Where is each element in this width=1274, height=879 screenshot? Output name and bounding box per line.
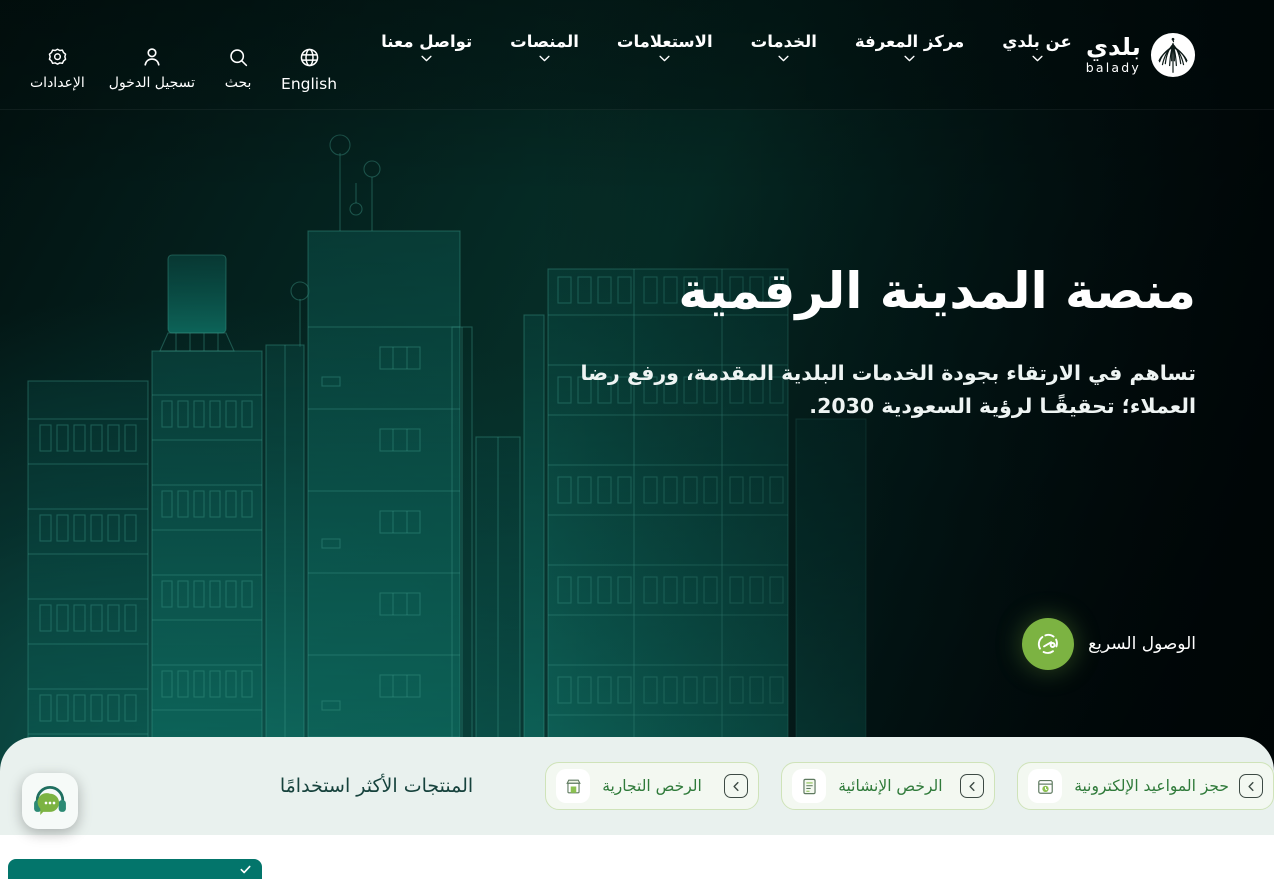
palm-emblem-icon bbox=[1150, 32, 1196, 78]
brand-logo[interactable]: بلدي balady bbox=[1086, 32, 1196, 78]
chevron-down-icon bbox=[1031, 55, 1043, 62]
main-navbar: بلدي balady عن بلدي مركز المعرفة الخدمات bbox=[0, 0, 1274, 110]
language-label: English bbox=[281, 75, 338, 93]
check-icon bbox=[240, 865, 251, 873]
most-used-title: المنتجات الأكثر استخدامًا bbox=[279, 775, 474, 797]
commercial-license-icon bbox=[556, 769, 591, 803]
brand-name-ar: بلدي bbox=[1086, 33, 1141, 62]
settings-label: الإعدادات bbox=[30, 75, 85, 91]
nav-item-platforms[interactable]: المنصات bbox=[506, 30, 583, 64]
login-button[interactable]: تسجيل الدخول bbox=[109, 45, 195, 91]
hero-content: منصة المدينة الرقمية تساهم في الارتقاء ب… bbox=[556, 262, 1197, 423]
nav-label: تواصل معنا bbox=[381, 32, 473, 51]
chevron-left-icon[interactable] bbox=[724, 774, 749, 798]
product-chip-construction-licenses[interactable]: الرخص الإنشائية bbox=[781, 762, 996, 810]
chip-label: حجز المواعيد الإلكترونية bbox=[1074, 777, 1229, 795]
hero-subtitle: تساهم في الارتقاء بجودة الخدمات البلدية … bbox=[580, 361, 1197, 419]
login-label: تسجيل الدخول bbox=[108, 75, 196, 91]
nav-item-knowledge-center[interactable]: مركز المعرفة bbox=[851, 30, 968, 64]
nav-label: مركز المعرفة bbox=[854, 32, 965, 51]
gear-icon bbox=[47, 45, 68, 69]
chip-content: الرخص التجارية bbox=[556, 769, 702, 803]
nav-item-services[interactable]: الخدمات bbox=[747, 30, 821, 64]
product-chip-commercial-licenses[interactable]: الرخص التجارية bbox=[545, 762, 760, 810]
chip-content: الرخص الإنشائية bbox=[792, 769, 943, 803]
user-icon bbox=[141, 45, 163, 69]
chevron-left-icon[interactable] bbox=[1239, 774, 1263, 798]
nav-tools: English بحث تسجيل الدخول الإعدادات bbox=[24, 17, 337, 93]
chip-content: حجز المواعيد الإلكترونية bbox=[1028, 769, 1229, 803]
quick-access-label: الوصول السريع bbox=[1088, 634, 1196, 654]
nav-label: الخدمات bbox=[750, 32, 817, 51]
quick-access-circle[interactable] bbox=[1022, 618, 1075, 670]
nav-label: عن بلدي bbox=[1002, 32, 1072, 51]
chevron-down-icon bbox=[904, 55, 915, 62]
nav-label: الاستعلامات bbox=[616, 32, 713, 51]
speedometer-icon bbox=[1038, 633, 1058, 654]
brand-wordmark: بلدي balady bbox=[1086, 35, 1141, 75]
quick-access-button[interactable]: الوصول السريع bbox=[1022, 618, 1196, 670]
chevron-left-icon[interactable] bbox=[960, 774, 985, 798]
nav-item-contact-us[interactable]: تواصل معنا bbox=[377, 30, 476, 64]
product-chip-list: حجز المواعيد الإلكترونية الرخص الإنشائية… bbox=[545, 762, 1274, 810]
chevron-down-icon bbox=[539, 55, 550, 62]
search-button[interactable]: بحث bbox=[219, 45, 257, 91]
search-label: بحث bbox=[224, 75, 252, 91]
chip-label: الرخص التجارية bbox=[602, 777, 702, 795]
nav-links: عن بلدي مركز المعرفة الخدمات الاستعلامات bbox=[377, 0, 1076, 110]
globe-icon bbox=[299, 45, 320, 69]
nav-label: المنصات bbox=[510, 32, 579, 51]
chip-label: الرخص الإنشائية bbox=[838, 777, 943, 795]
nav-item-inquiries[interactable]: الاستعلامات bbox=[613, 30, 717, 64]
most-used-products-card: حجز المواعيد الإلكترونية الرخص الإنشائية… bbox=[0, 737, 1274, 835]
page-root: بلدي balady عن بلدي مركز المعرفة الخدمات bbox=[0, 0, 1274, 879]
page-title: منصة المدينة الرقمية bbox=[678, 262, 1196, 320]
language-switcher[interactable]: English bbox=[281, 45, 337, 93]
chevron-down-icon bbox=[778, 55, 789, 62]
brand-name-en: balady bbox=[1085, 60, 1141, 76]
nav-item-about[interactable]: عن بلدي bbox=[998, 30, 1075, 64]
support-chat-widget[interactable] bbox=[22, 773, 78, 829]
search-icon bbox=[228, 45, 249, 69]
chevron-down-icon bbox=[421, 55, 432, 62]
settings-button[interactable]: الإعدادات bbox=[30, 45, 85, 91]
appointment-booking-icon bbox=[1028, 769, 1063, 803]
chevron-down-icon bbox=[659, 55, 670, 62]
cookie-consent-bar[interactable] bbox=[8, 859, 262, 879]
product-chip-appointment-booking[interactable]: حجز المواعيد الإلكترونية bbox=[1017, 762, 1274, 810]
headset-chat-icon bbox=[34, 785, 66, 815]
construction-license-icon bbox=[792, 769, 827, 803]
